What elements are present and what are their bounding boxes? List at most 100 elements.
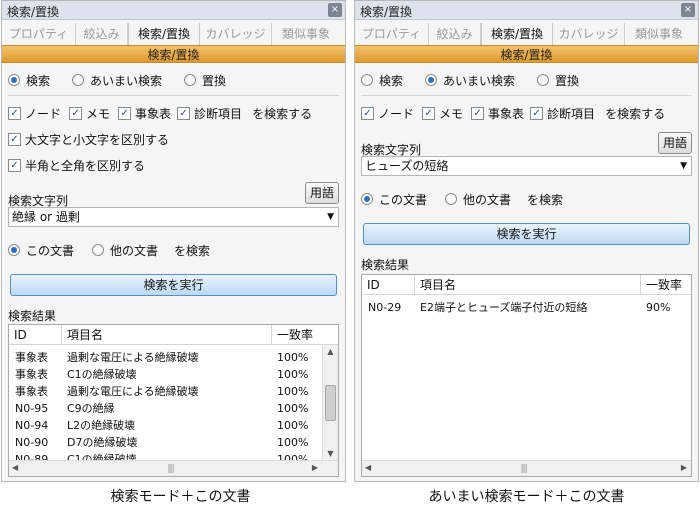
target-event-table-checkbox[interactable]: ✓: [118, 106, 132, 120]
cell-name: D7の絶縁破壊: [67, 436, 138, 449]
scroll-thumb[interactable]: [325, 385, 336, 421]
panel-titlebar: 検索/置換 ×: [2, 1, 345, 20]
horizontal-scrollbar[interactable]: ◀ ||| ▶: [9, 460, 338, 476]
glossary-button[interactable]: 用語: [305, 182, 339, 204]
scope-this-doc-label: この文書: [379, 192, 428, 207]
scroll-right-icon[interactable]: ▶: [681, 463, 687, 472]
scroll-grip-icon[interactable]: |||: [168, 464, 175, 474]
cell-rate: 100%: [277, 419, 309, 432]
option-width-checkbox[interactable]: ✓: [8, 158, 21, 172]
mode-search-label: 検索: [26, 73, 51, 88]
col-rate[interactable]: 一致率: [271, 325, 325, 345]
tab-coverage[interactable]: カバレッジ: [553, 23, 625, 45]
horizontal-scrollbar[interactable]: ◀ ||| ▶: [362, 460, 691, 476]
col-rate[interactable]: 一致率: [640, 275, 691, 295]
tab-similar-events[interactable]: 類似事象: [625, 23, 693, 45]
col-name[interactable]: 項目名: [61, 325, 271, 345]
cell-name: C9の絶縁: [67, 402, 115, 415]
execute-search-button[interactable]: 検索を実行: [363, 223, 690, 245]
search-replace-panel-search-mode: 検索/置換 × プロパティ 絞込み 検索/置換 カバレッジ 類似事象 検索/置換…: [1, 0, 346, 482]
scope-other-doc-radio[interactable]: [445, 193, 458, 205]
tab-search-replace[interactable]: 検索/置換: [128, 23, 200, 45]
targets-suffix: を検索する: [605, 106, 666, 121]
target-checkbox-group: ✓ ノード ✓ メモ ✓ 事象表 ✓ 診断項目 を検索する: [8, 104, 312, 122]
col-name[interactable]: 項目名: [414, 275, 640, 295]
scope-other-doc-radio[interactable]: [92, 244, 105, 256]
cell-rate: 100%: [277, 402, 309, 415]
vertical-scrollbar[interactable]: ▲ ▼: [322, 345, 338, 460]
tab-properties[interactable]: プロパティ: [355, 23, 429, 45]
cell-rate: 100%: [277, 385, 309, 398]
target-node-checkbox[interactable]: ✓: [8, 106, 21, 120]
scope-other-doc-label: 他の文書: [110, 243, 159, 258]
mode-replace-radio[interactable]: [537, 74, 550, 86]
tab-search-replace[interactable]: 検索/置換: [481, 23, 553, 45]
mode-fuzzy-label: あいまい検索: [90, 73, 163, 88]
scope-this-doc-label: この文書: [26, 243, 75, 258]
mode-fuzzy-label: あいまい検索: [443, 73, 516, 88]
target-node-label: ノード: [378, 106, 415, 121]
col-id[interactable]: ID: [9, 325, 61, 345]
tab-similar-events[interactable]: 類似事象: [272, 23, 340, 45]
tab-filter[interactable]: 絞込み: [429, 23, 481, 45]
col-id[interactable]: ID: [362, 275, 414, 295]
cell-name: 過剰な電圧による絶縁破壊: [67, 385, 199, 398]
tab-filter[interactable]: 絞込み: [76, 23, 128, 45]
mode-radio-group: 検索 あいまい検索 置換: [361, 71, 579, 89]
search-string-value: ヒューズの短絡: [365, 159, 449, 173]
option-case-checkbox[interactable]: ✓: [8, 132, 21, 146]
panel-title: 検索/置換: [7, 5, 60, 19]
target-event-table-label: 事象表: [135, 106, 172, 121]
close-icon[interactable]: ×: [328, 3, 342, 17]
target-diagnosis-checkbox[interactable]: ✓: [177, 106, 191, 120]
tab-bar: プロパティ 絞込み 検索/置換 カバレッジ 類似事象: [2, 20, 345, 46]
scope-suffix: を検索: [174, 243, 211, 258]
scope-other-doc-label: 他の文書: [463, 192, 512, 207]
mode-search-radio[interactable]: [361, 74, 373, 86]
search-string-dropdown[interactable]: 絶縁 or 過剰 ▼: [8, 207, 339, 227]
cell-id: N0-95: [15, 402, 49, 415]
cell-name: L2の絶縁破壊: [67, 419, 136, 432]
chevron-down-icon[interactable]: ▼: [680, 157, 687, 175]
mode-search-radio[interactable]: [8, 74, 20, 86]
cell-id: N0-90: [15, 436, 49, 449]
target-memo-checkbox[interactable]: ✓: [69, 106, 83, 120]
divider: [361, 95, 692, 96]
caption-right: あいまい検索モード＋この文書: [428, 489, 625, 505]
search-string-value: 絶縁 or 過剰: [12, 210, 80, 224]
mode-replace-radio[interactable]: [184, 74, 197, 86]
tab-coverage[interactable]: カバレッジ: [200, 23, 272, 45]
target-event-table-checkbox[interactable]: ✓: [471, 106, 485, 120]
scope-this-doc-radio[interactable]: [361, 193, 373, 205]
results-table: ID 項目名 一致率 事象表 過剰な電圧による絶縁破壊 100% 事象表 C1の…: [8, 324, 339, 477]
scroll-down-icon[interactable]: ▼: [323, 449, 338, 458]
tab-properties[interactable]: プロパティ: [2, 23, 76, 45]
mode-search-label: 検索: [379, 73, 404, 88]
scroll-right-icon[interactable]: ▶: [312, 463, 318, 472]
mode-fuzzy-radio[interactable]: [72, 74, 85, 86]
caption-left: 検索モード＋この文書: [110, 489, 251, 505]
mode-replace-label: 置換: [202, 73, 227, 88]
glossary-button[interactable]: 用語: [658, 132, 692, 154]
target-node-checkbox[interactable]: ✓: [361, 106, 374, 120]
close-icon[interactable]: ×: [681, 3, 695, 17]
results-header: ID 項目名 一致率: [9, 325, 338, 345]
search-string-dropdown[interactable]: ヒューズの短絡 ▼: [361, 156, 692, 176]
panel-title: 検索/置換: [360, 5, 413, 19]
scroll-left-icon[interactable]: ◀: [12, 463, 18, 472]
section-header: 検索/置換: [2, 45, 345, 63]
cell-id: 事象表: [15, 351, 48, 364]
scope-radio-group: この文書 他の文書 を検索: [8, 241, 210, 259]
target-diagnosis-checkbox[interactable]: ✓: [530, 106, 544, 120]
cell-rate: 100%: [277, 351, 309, 364]
target-memo-checkbox[interactable]: ✓: [422, 106, 436, 120]
scroll-up-icon[interactable]: ▲: [323, 347, 338, 356]
scroll-left-icon[interactable]: ◀: [365, 463, 371, 472]
scope-suffix: を検索: [527, 192, 564, 207]
scope-this-doc-radio[interactable]: [8, 244, 20, 256]
mode-fuzzy-radio[interactable]: [425, 74, 438, 86]
chevron-down-icon[interactable]: ▼: [327, 208, 334, 226]
scroll-grip-icon[interactable]: |||: [521, 464, 528, 474]
execute-search-button[interactable]: 検索を実行: [10, 274, 337, 296]
option-width-row: ✓ 半角と全角を区別する: [8, 156, 145, 174]
